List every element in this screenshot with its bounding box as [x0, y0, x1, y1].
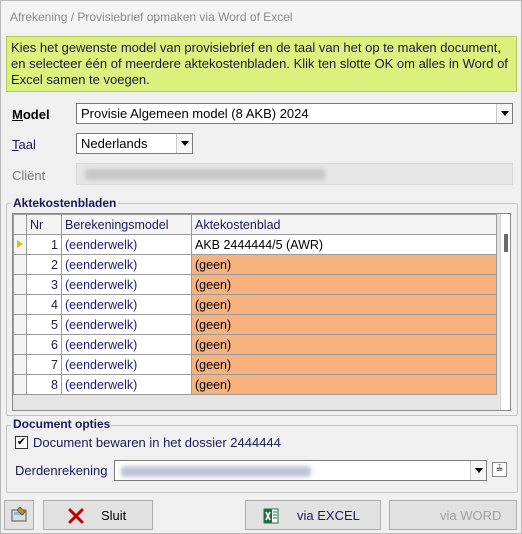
column-header-nr[interactable]: Nr — [26, 214, 62, 235]
window-title: Afrekening / Provisiebrief opmaken via W… — [10, 10, 293, 24]
via-word-button[interactable]: via WORD — [389, 500, 517, 530]
row-nr: 1 — [26, 234, 62, 255]
derdenrekening-select[interactable] — [114, 460, 487, 481]
model-select[interactable]: Provisie Algemeen model (8 AKB) 2024 — [76, 103, 513, 124]
via-excel-label: via EXCEL — [297, 508, 360, 523]
row-berekeningsmodel[interactable]: (eenderwelk) — [61, 374, 192, 395]
taal-select-value: Nederlands — [81, 136, 148, 151]
close-icon — [68, 508, 84, 524]
row-aktekostenblad[interactable]: (geen) — [191, 354, 497, 375]
model-label-text: Model — [12, 107, 50, 122]
row-aktekostenblad[interactable]: (geen) — [191, 334, 497, 355]
via-word-label: via WORD — [440, 508, 502, 523]
row-berekeningsmodel[interactable]: (eenderwelk) — [61, 354, 192, 375]
settings-icon — [11, 506, 27, 522]
taal-select[interactable]: Nederlands — [76, 133, 193, 154]
row-nr: 7 — [26, 354, 62, 375]
table-row[interactable]: 6 (eenderwelk) (geen) — [13, 334, 497, 355]
table-row[interactable]: 7 (eenderwelk) (geen) — [13, 354, 497, 375]
grid-vertical-scrollbar[interactable] — [500, 214, 510, 410]
row-indicator — [13, 274, 27, 295]
row-berekeningsmodel[interactable]: (eenderwelk) — [61, 234, 192, 255]
row-aktekostenblad[interactable]: (geen) — [191, 314, 497, 335]
client-value-redacted — [85, 169, 325, 180]
via-excel-button[interactable]: via EXCEL — [245, 500, 381, 530]
row-aktekostenblad[interactable]: AKB 2444444/5 (AWR) — [191, 234, 497, 255]
aktekostenbladen-title: Aktekostenbladen — [11, 196, 119, 210]
aktekostenbladen-grid[interactable]: Nr Berekeningsmodel Aktekostenblad 1 (ee… — [12, 213, 511, 411]
row-nr: 6 — [26, 334, 62, 355]
chevron-down-icon[interactable] — [176, 134, 192, 153]
row-aktekostenblad[interactable]: (geen) — [191, 274, 497, 295]
table-row[interactable]: 5 (eenderwelk) (geen) — [13, 314, 497, 335]
expand-chevron-icon[interactable]: ≟ — [492, 462, 507, 477]
dialog-window: Afrekening / Provisiebrief opmaken via W… — [0, 0, 522, 534]
bewaren-label[interactable]: Document bewaren in het dossier 2444444 — [33, 435, 281, 450]
derdenrekening-label: Derdenrekening — [15, 463, 108, 478]
grid-header-row: Nr Berekeningsmodel Aktekostenblad — [13, 214, 497, 235]
row-indicator — [13, 254, 27, 275]
chevron-down-icon[interactable] — [496, 104, 512, 123]
table-row[interactable]: 2 (eenderwelk) (geen) — [13, 254, 497, 275]
document-opties-title: Document opties — [11, 417, 113, 431]
sluit-button[interactable]: Sluit — [43, 500, 153, 530]
table-row[interactable]: 8 (eenderwelk) (geen) — [13, 374, 497, 395]
client-field — [76, 163, 513, 185]
row-indicator — [13, 334, 27, 355]
checkmark-icon: ✔ — [16, 436, 27, 448]
row-indicator — [13, 354, 27, 375]
info-banner: Kies het gewenste model van provisiebrie… — [6, 36, 517, 92]
row-indicator — [13, 374, 27, 395]
client-label: Cliënt — [12, 168, 46, 183]
excel-icon — [263, 508, 279, 524]
row-indicator-header — [13, 214, 27, 235]
sluit-label: Sluit — [101, 508, 127, 523]
taal-label: Taal — [12, 137, 36, 152]
model-select-value: Provisie Algemeen model (8 AKB) 2024 — [81, 106, 309, 121]
row-indicator — [13, 234, 27, 255]
chevron-down-icon[interactable] — [470, 461, 486, 480]
settings-button[interactable] — [4, 500, 34, 530]
title-bar: Afrekening / Provisiebrief opmaken via W… — [1, 1, 521, 33]
table-row[interactable]: 3 (eenderwelk) (geen) — [13, 274, 497, 295]
scrollbar-thumb[interactable] — [504, 234, 508, 252]
derdenrekening-value-redacted — [121, 466, 311, 477]
row-nr: 8 — [26, 374, 62, 395]
column-header-aktekostenblad[interactable]: Aktekostenblad — [191, 214, 497, 235]
row-nr: 2 — [26, 254, 62, 275]
taal-label-text: Taal — [12, 137, 36, 152]
row-nr: 5 — [26, 314, 62, 335]
current-row-arrow-icon — [17, 240, 23, 248]
row-aktekostenblad[interactable]: (geen) — [191, 294, 497, 315]
row-aktekostenblad[interactable]: (geen) — [191, 374, 497, 395]
table-row[interactable]: 4 (eenderwelk) (geen) — [13, 294, 497, 315]
row-berekeningsmodel[interactable]: (eenderwelk) — [61, 314, 192, 335]
model-label: Model — [12, 107, 50, 122]
row-berekeningsmodel[interactable]: (eenderwelk) — [61, 274, 192, 295]
row-indicator — [13, 294, 27, 315]
row-nr: 3 — [26, 274, 62, 295]
column-header-berekeningsmodel[interactable]: Berekeningsmodel — [61, 214, 192, 235]
row-nr: 4 — [26, 294, 62, 315]
bewaren-checkbox[interactable]: ✔ — [15, 436, 28, 449]
table-row[interactable]: 1 (eenderwelk) AKB 2444444/5 (AWR) — [13, 234, 497, 255]
row-aktekostenblad[interactable]: (geen) — [191, 254, 497, 275]
row-indicator — [13, 314, 27, 335]
row-berekeningsmodel[interactable]: (eenderwelk) — [61, 334, 192, 355]
row-berekeningsmodel[interactable]: (eenderwelk) — [61, 254, 192, 275]
row-berekeningsmodel[interactable]: (eenderwelk) — [61, 294, 192, 315]
